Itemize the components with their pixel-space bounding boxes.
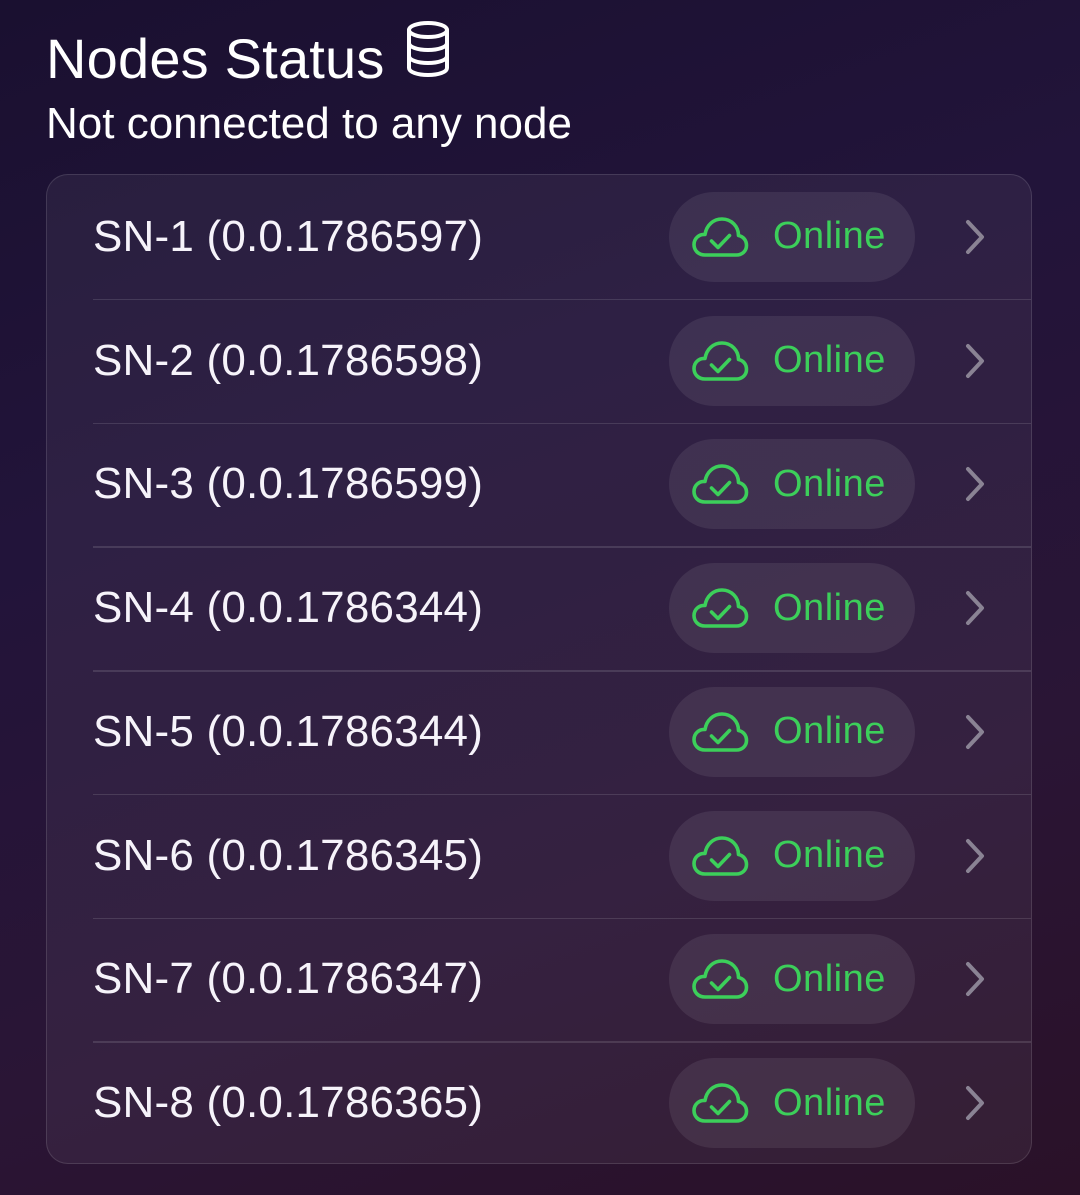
node-row-sn-7[interactable]: SN-7 (0.0.1786347) Online	[47, 917, 1031, 1042]
chevron-right-icon	[961, 217, 989, 257]
cloud-check-icon	[691, 1081, 749, 1125]
cloud-check-icon	[691, 586, 749, 630]
chevron-right-icon	[961, 959, 989, 999]
chevron-right-icon	[961, 836, 989, 876]
node-label: SN-3 (0.0.1786599)	[93, 459, 484, 509]
status-text: Online	[773, 215, 886, 258]
connection-subtitle: Not connected to any node	[46, 99, 572, 148]
status-badge: Online	[669, 439, 915, 530]
database-icon	[405, 21, 451, 77]
status-badge: Online	[669, 563, 915, 654]
cloud-check-icon	[691, 834, 749, 878]
status-badge: Online	[669, 315, 915, 406]
status-badge: Online	[669, 191, 915, 282]
node-label: SN-7 (0.0.1786347)	[93, 954, 484, 1004]
status-text: Online	[773, 834, 886, 877]
status-badge: Online	[669, 810, 915, 901]
node-row-sn-2[interactable]: SN-2 (0.0.1786598) Online	[47, 298, 1031, 423]
chevron-right-icon	[961, 588, 989, 628]
node-row-sn-5[interactable]: SN-5 (0.0.1786344) Online	[47, 670, 1031, 794]
node-row-sn-8[interactable]: SN-8 (0.0.1786365) Online	[47, 1041, 1031, 1163]
page-header: Nodes Status Not connected to any node	[46, 21, 1034, 152]
node-row-sn-4[interactable]: SN-4 (0.0.1786344) Online	[47, 546, 1031, 670]
nodes-list: SN-1 (0.0.1786597) Online SN-2 (0.0.1786…	[46, 174, 1032, 1164]
status-text: Online	[773, 339, 886, 382]
cloud-check-icon	[691, 215, 749, 259]
status-text: Online	[773, 1081, 886, 1124]
node-label: SN-2 (0.0.1786598)	[93, 335, 484, 385]
status-text: Online	[773, 462, 886, 505]
title-row: Nodes Status	[46, 21, 1034, 94]
status-text: Online	[773, 710, 886, 753]
node-row-sn-1[interactable]: SN-1 (0.0.1786597) Online	[47, 175, 1031, 299]
cloud-check-icon	[691, 957, 749, 1001]
status-text: Online	[773, 586, 886, 629]
chevron-right-icon	[961, 1083, 989, 1123]
page-title: Nodes Status	[46, 27, 385, 90]
node-row-sn-6[interactable]: SN-6 (0.0.1786345) Online	[47, 793, 1031, 918]
cloud-check-icon	[691, 339, 749, 383]
status-badge: Online	[669, 934, 915, 1025]
chevron-right-icon	[961, 464, 989, 504]
status-badge: Online	[669, 1058, 915, 1149]
cloud-check-icon	[691, 462, 749, 506]
node-label: SN-4 (0.0.1786344)	[93, 583, 484, 633]
cloud-check-icon	[691, 710, 749, 754]
chevron-right-icon	[961, 341, 989, 381]
status-text: Online	[773, 957, 886, 1000]
chevron-right-icon	[961, 712, 989, 752]
node-label: SN-5 (0.0.1786344)	[93, 706, 484, 756]
node-label: SN-1 (0.0.1786597)	[93, 211, 484, 261]
node-label: SN-6 (0.0.1786345)	[93, 830, 484, 880]
status-badge: Online	[669, 686, 915, 777]
node-row-sn-3[interactable]: SN-3 (0.0.1786599) Online	[47, 422, 1031, 547]
node-label: SN-8 (0.0.1786365)	[93, 1078, 484, 1128]
